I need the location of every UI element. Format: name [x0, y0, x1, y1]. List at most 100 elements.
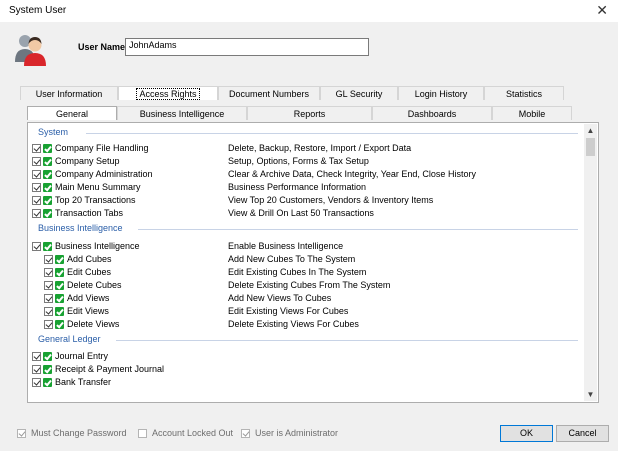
option-label: User is Administrator — [255, 428, 339, 438]
tab-document-numbers[interactable]: Document Numbers — [218, 86, 320, 100]
checkbox[interactable] — [44, 267, 53, 277]
item-description: Edit Existing Views For Cubes — [228, 306, 349, 316]
group-divider — [138, 229, 578, 230]
green-check-icon — [55, 267, 64, 277]
green-check-icon — [43, 208, 52, 218]
group-title: General Ledger — [38, 334, 101, 344]
list-item[interactable]: Edit Views — [44, 305, 109, 317]
green-check-icon — [43, 364, 52, 374]
tab-gl-security[interactable]: GL Security — [320, 86, 398, 100]
subtab-mobile[interactable]: Mobile — [492, 106, 572, 120]
checkbox[interactable] — [32, 143, 41, 153]
checkbox[interactable] — [17, 428, 26, 438]
option-account-locked-out[interactable]: Account Locked Out — [138, 428, 233, 438]
green-check-icon — [55, 280, 64, 290]
checkbox[interactable] — [32, 169, 41, 179]
item-label: Company Administration — [55, 169, 153, 179]
group-header-system: System — [38, 127, 578, 139]
tab-access-rights[interactable]: Access Rights — [118, 86, 218, 100]
item-description: Delete Existing Views For Cubes — [228, 319, 359, 329]
tab-user-information[interactable]: User Information — [20, 86, 118, 100]
tab-statistics[interactable]: Statistics — [484, 86, 564, 100]
scroll-thumb[interactable] — [586, 138, 595, 156]
list-item[interactable]: Add Cubes — [44, 253, 112, 265]
checkbox[interactable] — [44, 293, 53, 303]
item-description: Business Performance Information — [228, 182, 367, 192]
item-description: Delete Existing Cubes From The System — [228, 280, 391, 290]
subtab-dashboards[interactable]: Dashboards — [372, 106, 492, 120]
tab-login-history[interactable]: Login History — [398, 86, 484, 100]
item-description: View Top 20 Customers, Vendors & Invento… — [228, 195, 434, 205]
group-header-general-ledger: General Ledger — [38, 334, 578, 346]
item-label: Add Views — [67, 293, 110, 303]
option-label: Account Locked Out — [152, 428, 234, 438]
checkbox[interactable] — [32, 377, 41, 387]
green-check-icon — [43, 241, 52, 251]
item-description: Add New Cubes To The System — [228, 254, 356, 264]
option-must-change-password[interactable]: Must Change Password — [17, 428, 127, 438]
item-label: Company Setup — [55, 156, 120, 166]
list-item[interactable]: Business Intelligence — [32, 240, 140, 252]
tab-access-rights-label: Access Rights — [136, 88, 200, 100]
item-label: Edit Views — [67, 306, 109, 316]
item-description: Edit Existing Cubes In The System — [228, 267, 367, 277]
checkbox[interactable] — [32, 182, 41, 192]
option-label: Must Change Password — [31, 428, 127, 438]
permissions-list[interactable]: System Company File Handling Delete, Bac… — [27, 122, 599, 403]
item-label: Main Menu Summary — [55, 182, 141, 192]
checkbox[interactable] — [32, 351, 41, 361]
list-item[interactable]: Receipt & Payment Journal — [32, 363, 164, 375]
checkbox[interactable] — [32, 156, 41, 166]
checkbox[interactable] — [44, 306, 53, 316]
list-item[interactable]: Journal Entry — [32, 350, 108, 362]
checkbox[interactable] — [32, 208, 41, 218]
list-item[interactable]: Bank Transfer — [32, 376, 111, 388]
vertical-scrollbar[interactable]: ▲ ▼ — [584, 124, 597, 401]
green-check-icon — [43, 169, 52, 179]
scroll-down-icon[interactable]: ▼ — [584, 390, 597, 399]
ok-button[interactable]: OK — [500, 425, 553, 442]
checkbox[interactable] — [32, 241, 41, 251]
checkbox[interactable] — [32, 364, 41, 374]
green-check-icon — [43, 351, 52, 361]
list-item[interactable]: Main Menu Summary — [32, 181, 141, 193]
list-item[interactable]: Top 20 Transactions — [32, 194, 136, 206]
title-bar: System User ✕ — [0, 0, 618, 22]
checkbox[interactable] — [44, 254, 53, 264]
checkbox[interactable] — [32, 195, 41, 205]
item-description: Setup, Options, Forms & Tax Setup — [228, 156, 369, 166]
item-description: Clear & Archive Data, Check Integrity, Y… — [228, 169, 476, 179]
subtab-general[interactable]: General — [27, 106, 117, 120]
list-item[interactable]: Company Setup — [32, 155, 120, 167]
list-item[interactable]: Delete Cubes — [44, 279, 122, 291]
window-title: System User — [9, 5, 67, 16]
checkbox[interactable] — [138, 428, 147, 438]
group-title: System — [38, 127, 69, 137]
user-name-field[interactable]: JohnAdams — [125, 38, 369, 56]
item-description: Enable Business Intelligence — [228, 241, 344, 251]
green-check-icon — [55, 293, 64, 303]
checkbox[interactable] — [44, 319, 53, 329]
subtab-business-intelligence[interactable]: Business Intelligence — [117, 106, 247, 120]
green-check-icon — [43, 182, 52, 192]
checkbox[interactable] — [241, 428, 250, 438]
list-item[interactable]: Transaction Tabs — [32, 207, 123, 219]
checkbox[interactable] — [44, 280, 53, 290]
list-item[interactable]: Company File Handling — [32, 142, 149, 154]
list-item[interactable]: Delete Views — [44, 318, 119, 330]
item-label: Edit Cubes — [67, 267, 112, 277]
option-user-is-administrator[interactable]: User is Administrator — [241, 428, 338, 438]
list-item[interactable]: Edit Cubes — [44, 266, 111, 278]
list-item[interactable]: Add Views — [44, 292, 109, 304]
close-icon[interactable]: ✕ — [596, 2, 608, 19]
item-description: Delete, Backup, Restore, Import / Export… — [228, 143, 412, 153]
scroll-up-icon[interactable]: ▲ — [584, 126, 597, 135]
main-tab-bar: User Information Access Rights Document … — [20, 86, 564, 100]
list-item[interactable]: Company Administration — [32, 168, 153, 180]
green-check-icon — [43, 195, 52, 205]
cancel-button[interactable]: Cancel — [556, 425, 609, 442]
green-check-icon — [55, 254, 64, 264]
group-header-business-intelligence: Business Intelligence — [38, 223, 578, 235]
subtab-reports[interactable]: Reports — [247, 106, 372, 120]
green-check-icon — [43, 156, 52, 166]
